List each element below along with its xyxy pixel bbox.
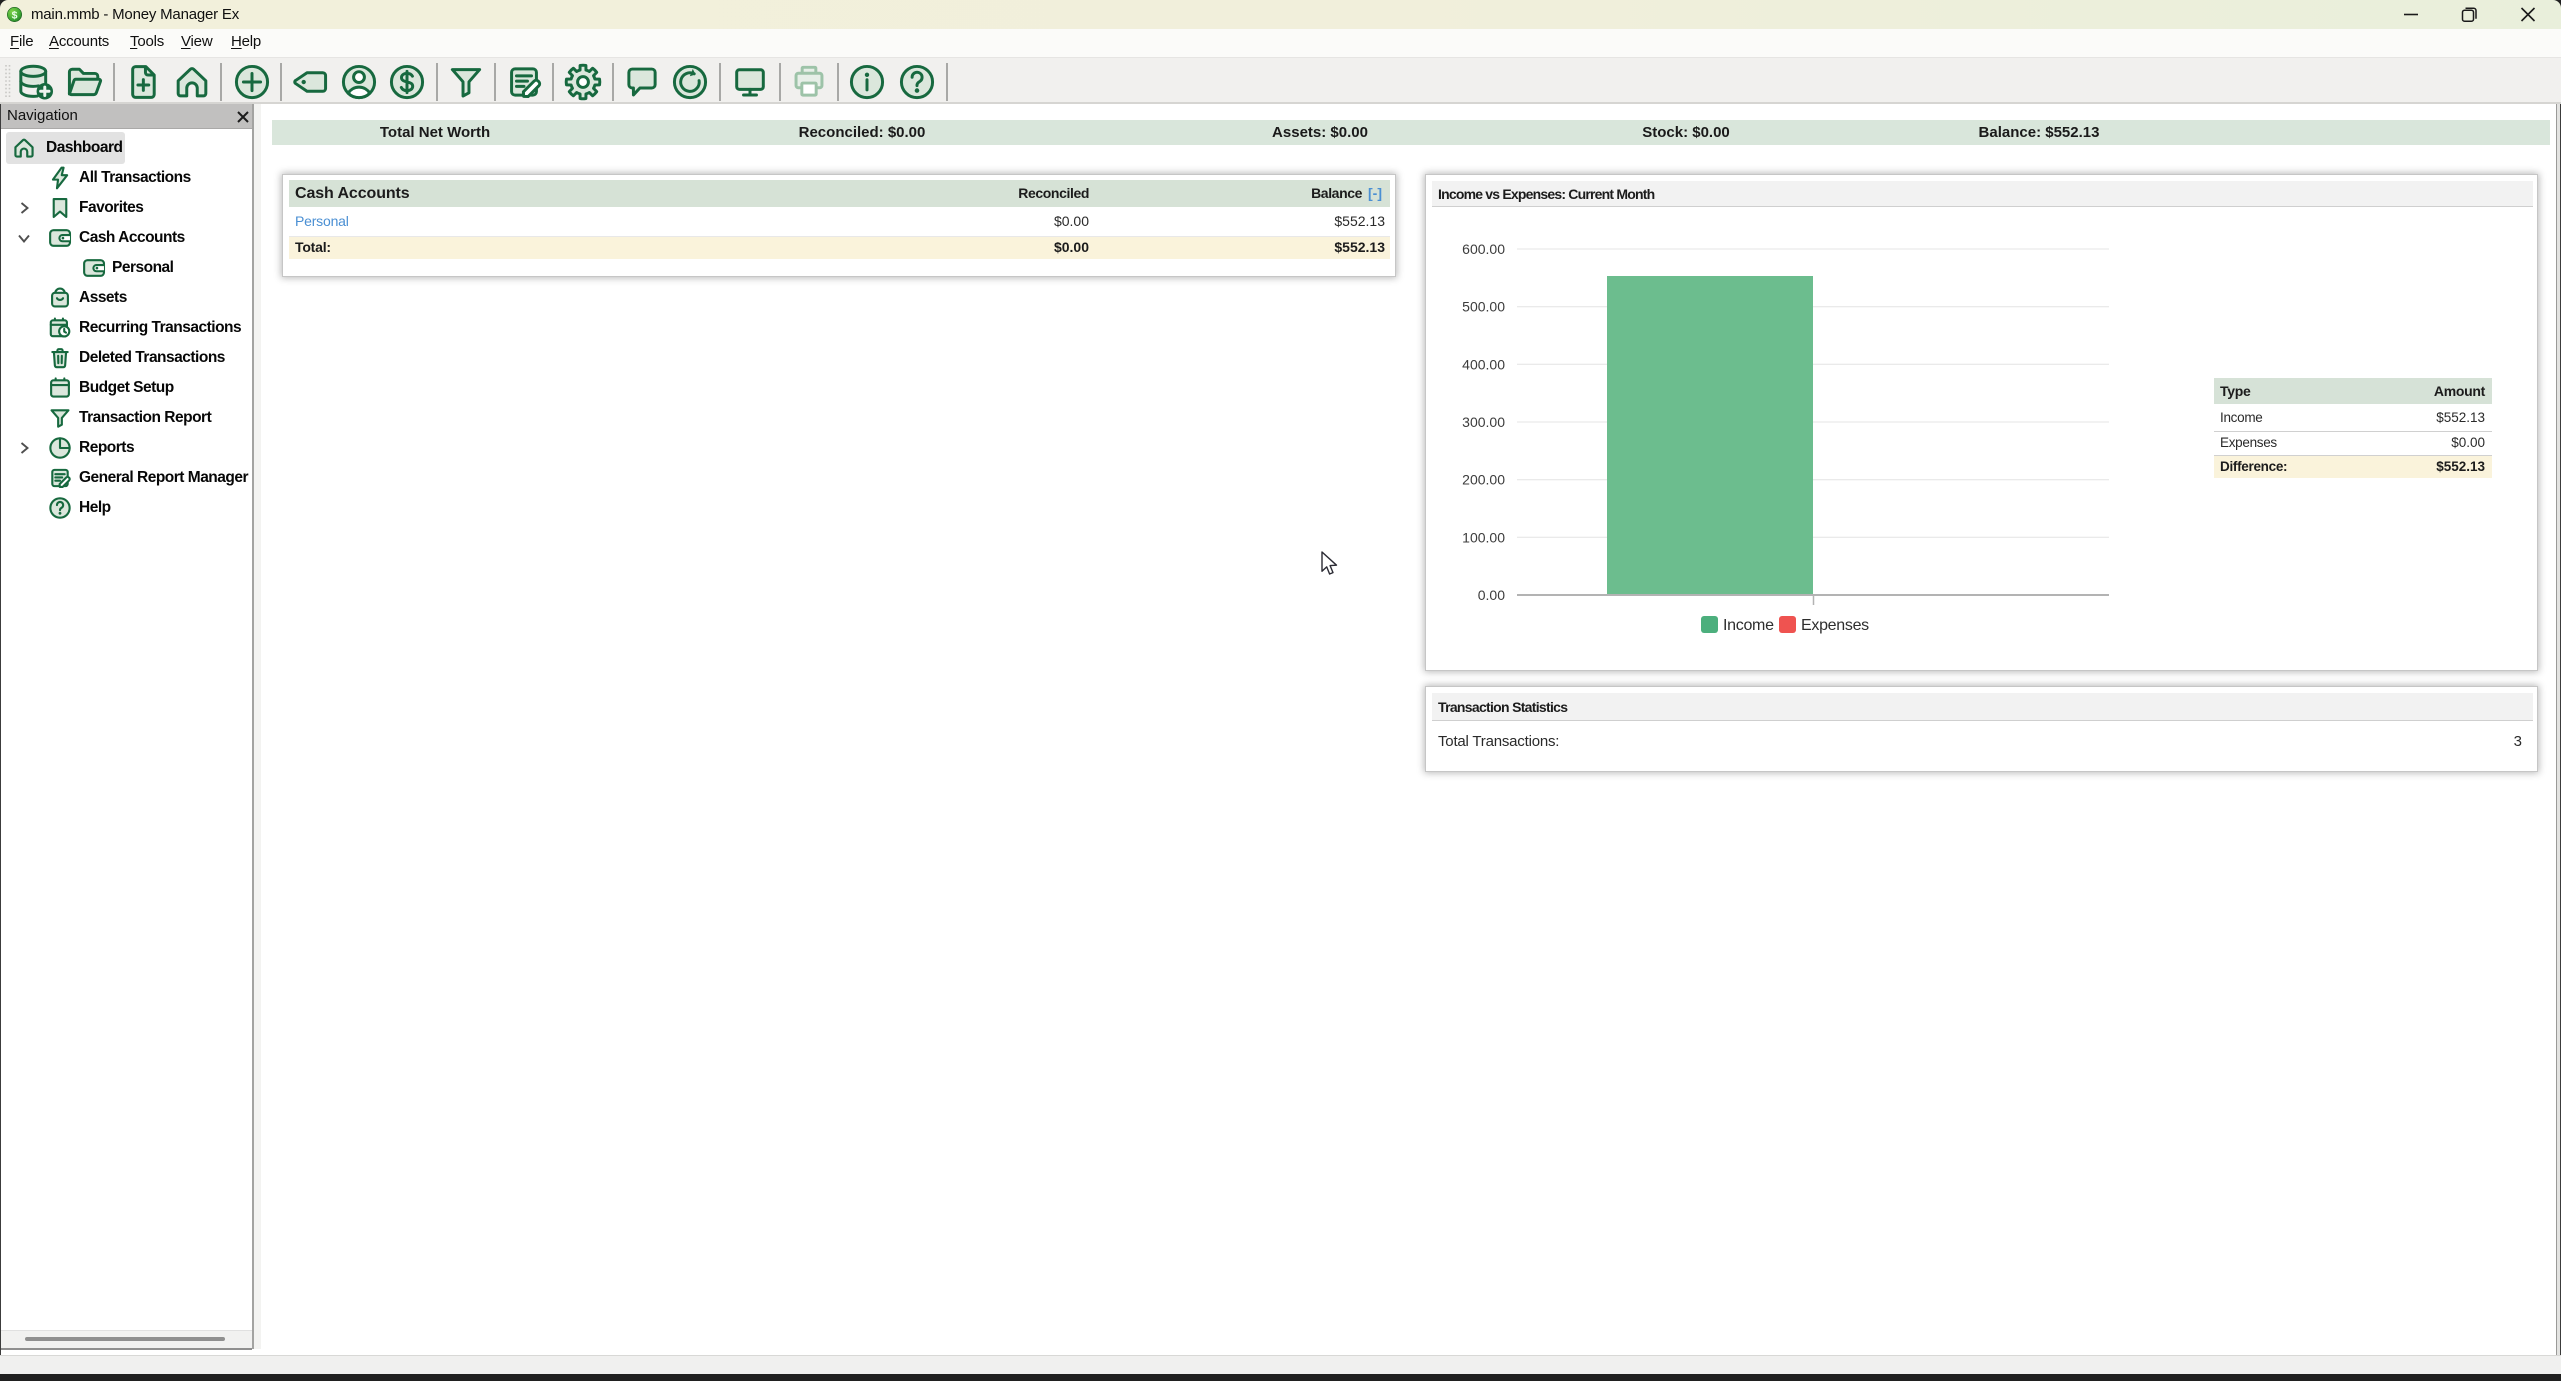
svg-text:400.00: 400.00 bbox=[1462, 356, 1505, 372]
svg-text:200.00: 200.00 bbox=[1462, 472, 1505, 488]
svg-text:Expenses: Expenses bbox=[1801, 617, 1869, 634]
svg-text:600.00: 600.00 bbox=[1462, 241, 1505, 257]
svg-text:500.00: 500.00 bbox=[1462, 299, 1505, 315]
svg-text:300.00: 300.00 bbox=[1462, 414, 1505, 430]
svg-text:100.00: 100.00 bbox=[1462, 529, 1505, 545]
svg-text:Income: Income bbox=[1723, 617, 1774, 634]
svg-text:0.00: 0.00 bbox=[1478, 587, 1505, 603]
svg-text:$: $ bbox=[12, 9, 18, 21]
